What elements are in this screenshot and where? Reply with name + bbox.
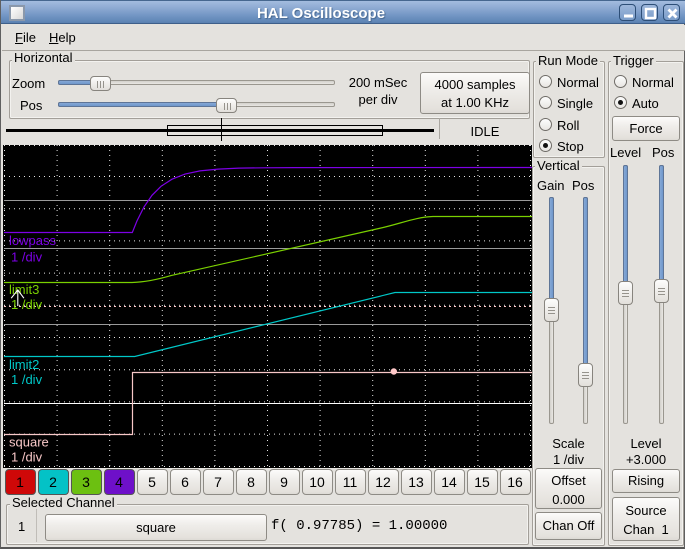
svg-text:lowpass: lowpass xyxy=(9,233,56,248)
svg-text:1 /div: 1 /div xyxy=(11,297,43,312)
svg-text:square: square xyxy=(9,435,49,450)
svg-text:1 /div: 1 /div xyxy=(11,249,43,264)
svg-text:1 /div: 1 /div xyxy=(11,372,43,387)
svg-text:1 /div: 1 /div xyxy=(11,450,43,465)
svg-text:limit2: limit2 xyxy=(9,357,39,372)
